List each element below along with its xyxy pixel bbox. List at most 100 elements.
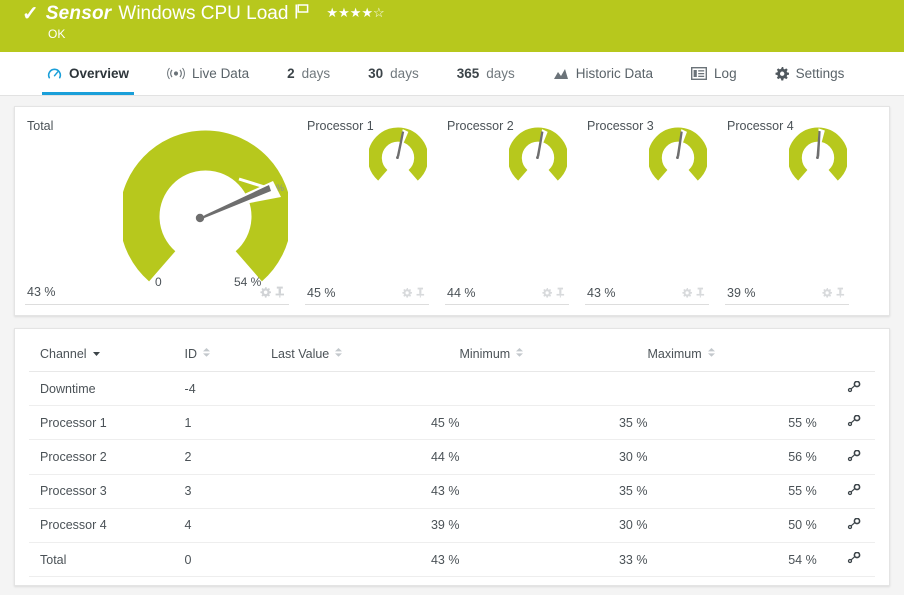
sort-none-icon <box>707 347 716 361</box>
cell-minimum: 33 % <box>459 543 647 577</box>
node-graph-icon[interactable] <box>847 484 861 499</box>
tab-overview[interactable]: Overview <box>28 52 148 95</box>
tab-2-days[interactable]: 2 days <box>268 52 349 95</box>
gauge-divider <box>305 304 429 305</box>
cell-actions[interactable] <box>817 406 875 440</box>
cell-minimum: 30 % <box>459 440 647 474</box>
cell-actions[interactable] <box>817 508 875 542</box>
gauge-label: Processor 4 <box>727 119 794 133</box>
area-chart-icon <box>553 67 569 80</box>
cell-last-value: 39 % <box>271 508 459 542</box>
node-graph-icon[interactable] <box>847 450 861 465</box>
pin-icon[interactable] <box>836 285 845 303</box>
table-header-row: Channel ID <box>29 347 875 372</box>
gear-icon[interactable] <box>822 285 832 303</box>
channels-table: Channel ID <box>29 347 875 577</box>
gauge-total[interactable]: Total % 0 54 % 43 % <box>15 107 295 315</box>
column-header-minimum[interactable]: Minimum <box>459 347 647 372</box>
gauge-processor-1[interactable]: Processor 1 45 % <box>295 107 435 315</box>
column-label: ID <box>185 347 198 361</box>
gauge-label: Processor 3 <box>587 119 654 133</box>
cell-maximum: 55 % <box>647 474 816 508</box>
node-graph-icon[interactable] <box>847 415 861 430</box>
tab-label: Historic Data <box>576 66 653 81</box>
gauge-tools[interactable] <box>542 285 565 303</box>
cell-maximum: 50 % <box>647 508 816 542</box>
processor-gauge-art <box>369 127 427 190</box>
tab-label: Live Data <box>192 66 249 81</box>
gauge-scale-min: 0 <box>155 275 162 289</box>
column-header-maximum[interactable]: Maximum <box>647 347 816 372</box>
cell-actions[interactable] <box>817 474 875 508</box>
gauge-divider <box>25 304 289 305</box>
cell-actions[interactable] <box>817 543 875 577</box>
cell-id: 4 <box>185 508 272 542</box>
cell-minimum <box>459 372 647 406</box>
table-row[interactable]: Downtime -4 <box>29 372 875 406</box>
gear-icon[interactable] <box>260 285 271 303</box>
gear-icon <box>775 67 789 81</box>
cell-actions[interactable] <box>817 440 875 474</box>
cell-actions[interactable] <box>817 372 875 406</box>
node-graph-icon[interactable] <box>847 518 861 533</box>
column-header-channel[interactable]: Channel <box>29 347 185 372</box>
cell-channel: Processor 2 <box>29 440 185 474</box>
gear-icon[interactable] <box>402 285 412 303</box>
column-label: Maximum <box>647 347 701 361</box>
tab-range-number: 2 <box>287 66 295 81</box>
table-row[interactable]: Total 0 43 % 33 % 54 % <box>29 543 875 577</box>
node-graph-icon[interactable] <box>847 381 861 396</box>
table-row[interactable]: Processor 3 3 43 % 35 % 55 % <box>29 474 875 508</box>
table-row[interactable]: Processor 2 2 44 % 30 % 56 % <box>29 440 875 474</box>
gear-icon[interactable] <box>542 285 552 303</box>
tab-365-days[interactable]: 365 days <box>438 52 534 95</box>
gauge-tools[interactable] <box>822 285 845 303</box>
table-row[interactable]: Processor 4 4 39 % 30 % 50 % <box>29 508 875 542</box>
gauge-tools[interactable] <box>260 285 285 303</box>
flag-icon[interactable] <box>295 4 309 19</box>
tab-bar: Overview Live Data 2 days 30 days 365 da… <box>0 52 904 96</box>
tab-settings[interactable]: Settings <box>756 52 864 95</box>
gauge-processor-2[interactable]: Processor 2 44 % <box>435 107 575 315</box>
gauge-scale-max: 54 % <box>234 275 261 289</box>
tab-range-unit: days <box>486 66 515 81</box>
gauge-tools[interactable] <box>402 285 425 303</box>
log-list-icon <box>691 67 707 80</box>
tab-log[interactable]: Log <box>672 52 756 95</box>
gauge-strip: Total % 0 54 % 43 % <box>15 107 889 315</box>
node-graph-icon[interactable] <box>847 552 861 567</box>
pin-icon[interactable] <box>696 285 705 303</box>
pin-icon[interactable] <box>275 285 285 303</box>
column-header-last-value[interactable]: Last Value <box>271 347 459 372</box>
gauges-panel: Total % 0 54 % 43 % <box>14 106 890 316</box>
column-header-id[interactable]: ID <box>185 347 272 372</box>
status-check-icon: ✓ <box>22 4 39 24</box>
gauge-label: Total <box>27 119 53 133</box>
tab-30-days[interactable]: 30 days <box>349 52 438 95</box>
cell-minimum: 35 % <box>459 474 647 508</box>
gauge-processor-3[interactable]: Processor 3 43 % <box>575 107 715 315</box>
tab-range-number: 365 <box>457 66 480 81</box>
cell-last-value: 44 % <box>271 440 459 474</box>
table-body: Downtime -4 <box>29 372 875 577</box>
gauge-value: 43 % <box>587 286 616 300</box>
cell-channel: Downtime <box>29 372 185 406</box>
sort-none-icon <box>334 347 343 361</box>
table-head: Channel ID <box>29 347 875 372</box>
gauge-icon <box>47 66 62 81</box>
sort-desc-icon <box>92 347 101 361</box>
table-row[interactable]: Processor 1 1 45 % 35 % 55 % <box>29 406 875 440</box>
priority-star-rating[interactable]: ★★★★☆ <box>326 6 384 20</box>
tab-live-data[interactable]: Live Data <box>148 52 268 95</box>
sort-none-icon <box>202 347 211 361</box>
tab-label: Log <box>714 66 737 81</box>
gear-icon[interactable] <box>682 285 692 303</box>
pin-icon[interactable] <box>416 285 425 303</box>
tab-range-unit: days <box>302 66 331 81</box>
gauge-tools[interactable] <box>682 285 705 303</box>
pin-icon[interactable] <box>556 285 565 303</box>
tab-historic-data[interactable]: Historic Data <box>534 52 672 95</box>
star-filled: ★★★★ <box>326 5 373 20</box>
cell-minimum: 30 % <box>459 508 647 542</box>
gauge-processor-4[interactable]: Processor 4 39 % <box>715 107 855 315</box>
